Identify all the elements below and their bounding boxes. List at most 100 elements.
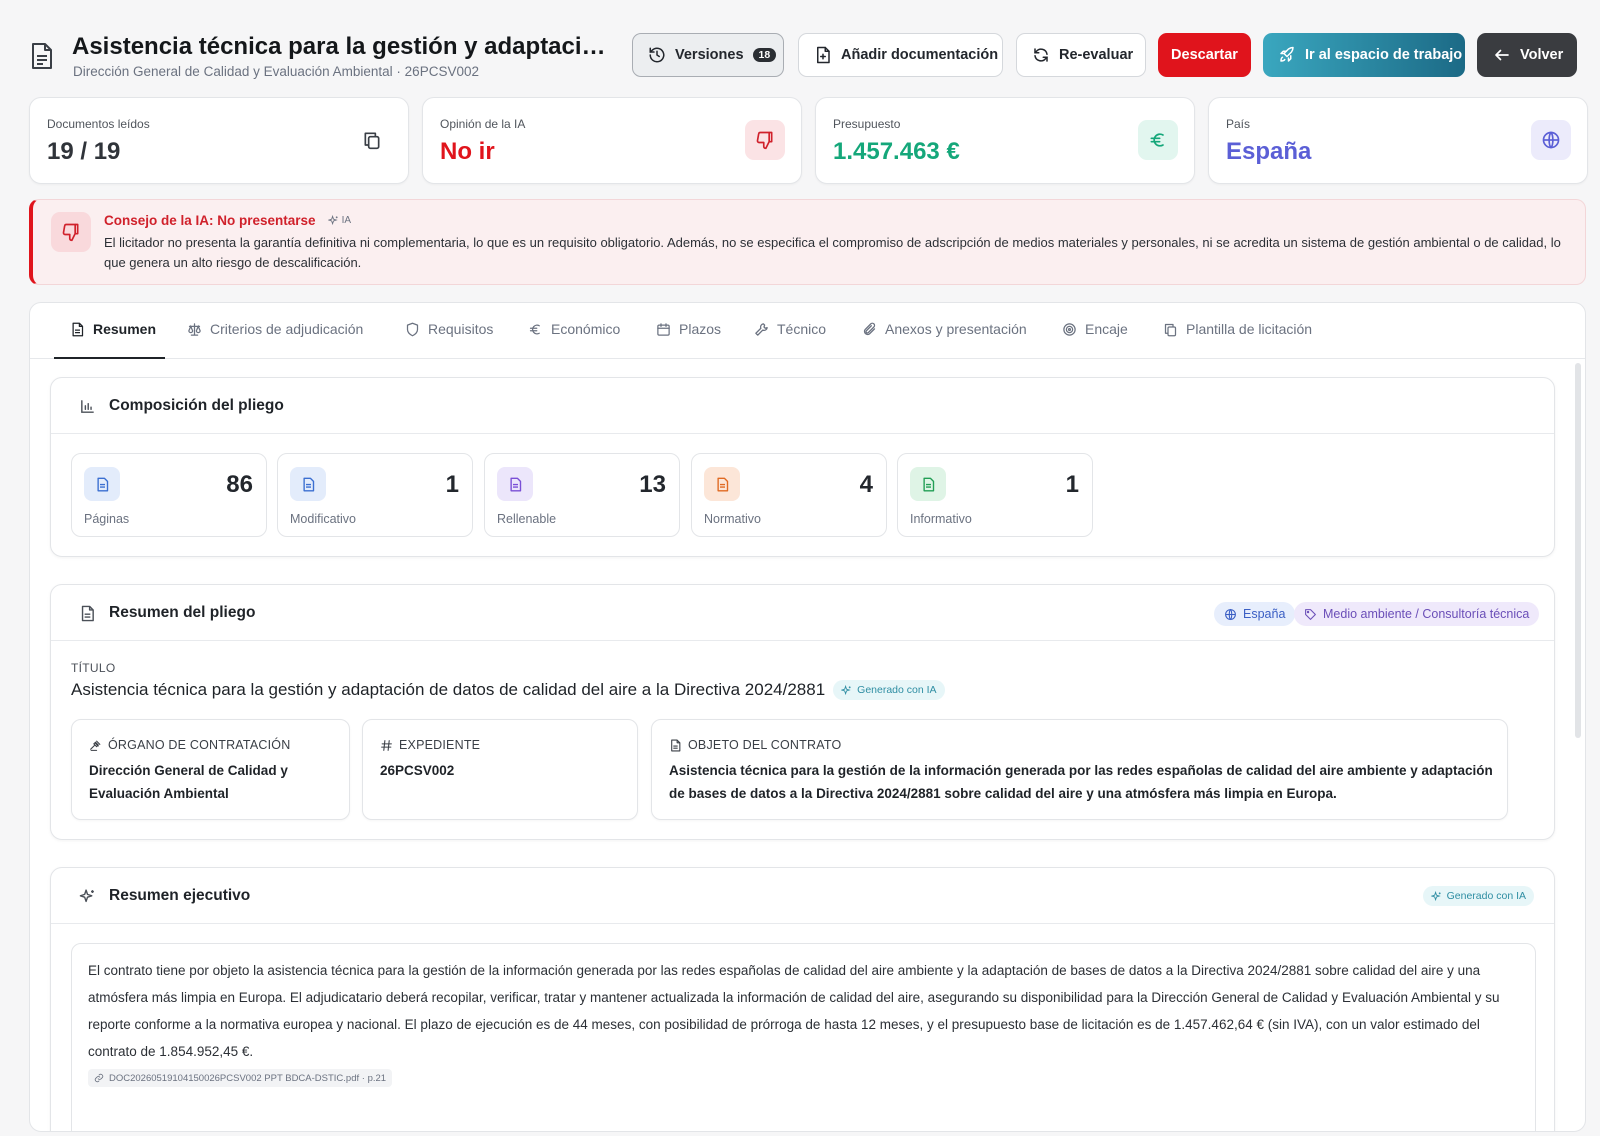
thumbs-down-icon bbox=[51, 212, 91, 252]
refresh-icon bbox=[1034, 48, 1048, 62]
scale-icon bbox=[188, 323, 201, 336]
card-header: Resumen del pliego España Medio ambiente… bbox=[51, 585, 1554, 641]
alert-body: El licitador no presenta la garantía def… bbox=[104, 235, 1561, 270]
tab-criterios[interactable]: Criterios de adjudicación bbox=[187, 321, 363, 359]
contracting-body-label-row: ÓRGANO DE CONTRATACIÓN bbox=[89, 738, 290, 752]
sparkles-icon bbox=[327, 215, 338, 226]
card-title: Resumen del pliego bbox=[109, 604, 256, 621]
executive-summary-card: Resumen ejecutivo Generado con IA El con… bbox=[50, 867, 1555, 1131]
executive-summary-box: El contrato tiene por objeto la asistenc… bbox=[71, 943, 1536, 1131]
ai-generated-label: Generado con IA bbox=[857, 684, 937, 696]
source-citation-label: DOC20260519104150026PCSV002 PPT BDCA-DST… bbox=[109, 1072, 387, 1084]
reevaluate-button[interactable]: Re-evaluar bbox=[1016, 33, 1146, 77]
tab-resumen[interactable]: Resumen bbox=[54, 321, 165, 359]
stat-label: Opinión de la IA bbox=[440, 117, 526, 131]
card-title: Resumen ejecutivo bbox=[109, 887, 251, 904]
page-header: Asistencia técnica para la gestión y ada… bbox=[0, 0, 1600, 96]
tab-economico[interactable]: Económico bbox=[528, 321, 620, 359]
stat-label: Presupuesto bbox=[833, 117, 901, 131]
contracting-body-box: ÓRGANO DE CONTRATACIÓN Dirección General… bbox=[71, 719, 350, 820]
tab-plantilla[interactable]: Plantilla de licitación bbox=[1163, 321, 1312, 359]
composition-value: 86 bbox=[226, 471, 253, 498]
stat-value: 1.457.463 € bbox=[833, 138, 960, 165]
tag-icon bbox=[1305, 608, 1316, 620]
file-icon bbox=[704, 467, 740, 501]
card-header: Resumen ejecutivo Generado con IA bbox=[51, 868, 1554, 924]
stat-label: Documentos leídos bbox=[47, 117, 150, 131]
file-text-icon bbox=[671, 739, 681, 751]
calendar-icon bbox=[657, 323, 670, 336]
sparkles-icon bbox=[841, 684, 851, 695]
stat-card-budget: Presupuesto 1.457.463 € bbox=[815, 97, 1195, 184]
page-title: Asistencia técnica para la gestión y ada… bbox=[72, 33, 617, 60]
tab-label: Requisitos bbox=[428, 321, 494, 337]
country-chip: España bbox=[1214, 602, 1296, 626]
contract-title: Asistencia técnica para la gestión y ada… bbox=[71, 680, 826, 699]
add-documentation-label: Añadir documentación bbox=[841, 47, 999, 63]
composition-label: Páginas bbox=[84, 512, 130, 526]
rocket-icon bbox=[1280, 46, 1294, 62]
tab-tecnico[interactable]: Técnico bbox=[754, 321, 826, 359]
summary-card: Resumen del pliego España Medio ambiente… bbox=[50, 584, 1555, 840]
composition-item-rellenable: 13 Rellenable bbox=[484, 453, 680, 537]
composition-value: 13 bbox=[639, 471, 666, 498]
composition-value: 4 bbox=[859, 471, 873, 498]
ai-advice-alert: Consejo de la IA: No presentarse IA El l… bbox=[29, 199, 1586, 285]
euro-icon bbox=[1138, 120, 1178, 160]
shield-icon bbox=[406, 322, 419, 337]
title-label: TÍTULO bbox=[71, 661, 116, 675]
ai-generated-badge: Generado con IA bbox=[833, 680, 945, 700]
tab-label: Criterios de adjudicación bbox=[210, 321, 364, 337]
ai-generated-badge: Generado con IA bbox=[1422, 886, 1534, 906]
file-icon bbox=[497, 467, 533, 501]
stat-card-country: País España bbox=[1208, 97, 1588, 184]
discard-button[interactable]: Descartar bbox=[1158, 33, 1251, 77]
composition-label: Informativo bbox=[910, 512, 972, 526]
sector-chip-label: Medio ambiente / Consultoría técnica bbox=[1323, 607, 1530, 621]
stat-value: No ir bbox=[440, 138, 495, 165]
alert-title: Consejo de la IA: No presentarse bbox=[104, 213, 316, 228]
tab-label: Encaje bbox=[1085, 321, 1128, 337]
stat-card-documents: Documentos leídos 19 / 19 bbox=[29, 97, 409, 184]
bar-chart-icon bbox=[79, 398, 96, 415]
tab-plazos[interactable]: Plazos bbox=[656, 321, 721, 359]
stat-value: 19 / 19 bbox=[47, 138, 121, 165]
file-icon bbox=[84, 467, 120, 501]
workspace-label: Ir al espacio de trabajo bbox=[1305, 47, 1463, 63]
file-number-label-row: EXPEDIENTE bbox=[380, 738, 480, 752]
contract-object-box: OBJETO DEL CONTRATO Asistencia técnica p… bbox=[651, 719, 1508, 820]
arrow-left-icon bbox=[1495, 49, 1509, 61]
tab-requisitos[interactable]: Requisitos bbox=[405, 321, 493, 359]
composition-label: Rellenable bbox=[497, 512, 557, 526]
composition-label: Normativo bbox=[704, 512, 761, 526]
tab-anexos[interactable]: Anexos y presentación bbox=[862, 321, 1027, 359]
source-citation[interactable]: DOC20260519104150026PCSV002 PPT BDCA-DST… bbox=[88, 1069, 393, 1087]
composition-item-modificativo: 1 Modificativo bbox=[277, 453, 473, 537]
versions-count-badge: 18 bbox=[752, 48, 777, 62]
back-button[interactable]: Volver bbox=[1477, 33, 1577, 77]
file-icon bbox=[290, 467, 326, 501]
paperclip-icon bbox=[863, 322, 876, 336]
country-chip-label: España bbox=[1243, 607, 1286, 621]
composition-item-informativo: 1 Informativo bbox=[897, 453, 1093, 537]
composition-value: 1 bbox=[445, 471, 459, 498]
stat-value: España bbox=[1226, 138, 1312, 165]
stat-card-ai-opinion: Opinión de la IA No ir bbox=[422, 97, 802, 184]
main-panel: Resumen Criterios de adjudicación Requis… bbox=[29, 302, 1586, 1132]
tab-label: Económico bbox=[551, 321, 621, 337]
stat-label: País bbox=[1226, 117, 1251, 131]
ai-tag-label: IA bbox=[341, 215, 352, 226]
gavel-icon bbox=[90, 740, 101, 751]
back-label: Volver bbox=[1520, 47, 1564, 63]
workspace-button[interactable]: Ir al espacio de trabajo bbox=[1263, 33, 1465, 77]
scrollbar[interactable] bbox=[1575, 363, 1581, 738]
card-title: Composición del pliego bbox=[109, 397, 284, 414]
executive-summary-text: El contrato tiene por objeto la asistenc… bbox=[88, 963, 1500, 1059]
thumbs-down-icon bbox=[745, 120, 785, 160]
contract-object-value: Asistencia técnica para la gestión de la… bbox=[669, 763, 1493, 801]
composition-item-pages: 86 Páginas bbox=[71, 453, 267, 537]
file-text-icon bbox=[79, 605, 96, 622]
add-documentation-button[interactable]: Añadir documentación bbox=[798, 33, 1003, 77]
versions-button[interactable]: Versiones 18 bbox=[632, 33, 784, 77]
tab-encaje[interactable]: Encaje bbox=[1062, 321, 1128, 359]
